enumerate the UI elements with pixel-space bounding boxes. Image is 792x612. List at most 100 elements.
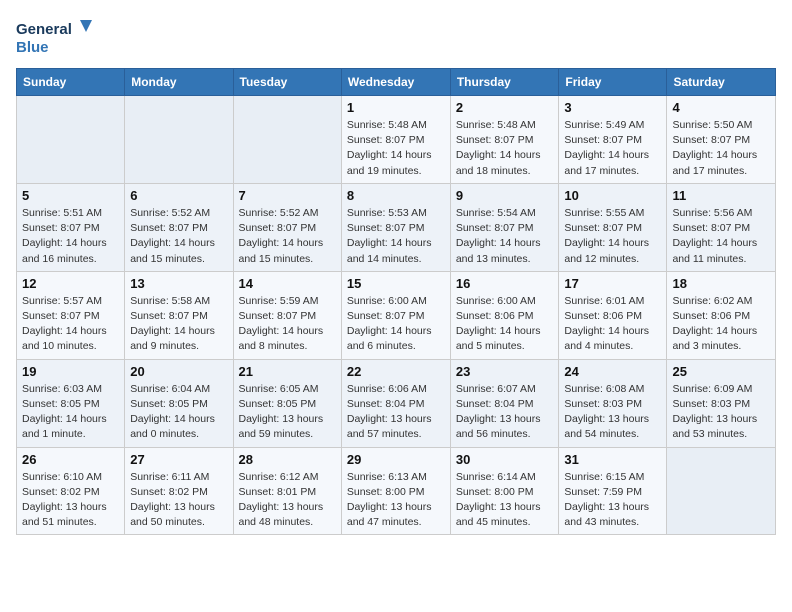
day-number: 16 <box>456 276 554 291</box>
day-number: 1 <box>347 100 445 115</box>
week-row-1: 1 Sunrise: 5:48 AM Sunset: 8:07 PM Daylig… <box>17 96 776 184</box>
day-info: Sunrise: 5:56 AM Sunset: 8:07 PM Dayligh… <box>672 206 770 267</box>
calendar-cell: 4Sunrise: 5:50 AM Sunset: 8:07 PM Daylig… <box>667 96 776 184</box>
day-number: 14 <box>239 276 336 291</box>
day-info: Sunrise: 6:07 AM Sunset: 8:04 PM Dayligh… <box>456 382 554 443</box>
calendar-cell: 31Sunrise: 6:15 AM Sunset: 7:59 PM Dayli… <box>559 447 667 535</box>
day-number: 24 <box>564 364 661 379</box>
day-info: Sunrise: 6:06 AM Sunset: 8:04 PM Dayligh… <box>347 382 445 443</box>
calendar-cell: 9Sunrise: 5:54 AM Sunset: 8:07 PM Daylig… <box>450 183 559 271</box>
weekday-header-friday: Friday <box>559 69 667 96</box>
day-number: 21 <box>239 364 336 379</box>
day-number: 28 <box>239 452 336 467</box>
calendar-cell: 5 Sunrise: 5:51 AM Sunset: 8:07 PM Daylig… <box>17 183 125 271</box>
day-info: Sunrise: 6:11 AM Sunset: 8:02 PM Dayligh… <box>130 470 227 531</box>
day-info: Sunrise: 5:55 AM Sunset: 8:07 PM Dayligh… <box>564 206 661 267</box>
day-info: Sunrise: 6:12 AM Sunset: 8:01 PM Dayligh… <box>239 470 336 531</box>
calendar-cell: 3 Sunrise: 5:49 AM Sunset: 8:07 PM Daylig… <box>559 96 667 184</box>
calendar-cell: 10Sunrise: 5:55 AM Sunset: 8:07 PM Dayli… <box>559 183 667 271</box>
day-number: 18 <box>672 276 770 291</box>
day-info: Sunrise: 6:02 AM Sunset: 8:06 PM Dayligh… <box>672 294 770 355</box>
day-info: Sunrise: 6:14 AM Sunset: 8:00 PM Dayligh… <box>456 470 554 531</box>
day-number: 23 <box>456 364 554 379</box>
day-info: Sunrise: 6:04 AM Sunset: 8:05 PM Dayligh… <box>130 382 227 443</box>
day-number: 19 <box>22 364 119 379</box>
day-number: 29 <box>347 452 445 467</box>
day-number: 3 <box>564 100 661 115</box>
day-number: 20 <box>130 364 227 379</box>
day-info: Sunrise: 5:49 AM Sunset: 8:07 PM Dayligh… <box>564 118 661 179</box>
week-row-3: 12 Sunrise: 5:57 AM Sunset: 8:07 PM Dayli… <box>17 271 776 359</box>
day-info: Sunrise: 5:52 AM Sunset: 8:07 PM Dayligh… <box>239 206 336 267</box>
day-number: 7 <box>239 188 336 203</box>
calendar-cell: 2 Sunrise: 5:48 AM Sunset: 8:07 PM Daylig… <box>450 96 559 184</box>
weekday-header-sunday: Sunday <box>17 69 125 96</box>
calendar-cell: 19 Sunrise: 6:03 AM Sunset: 8:05 PM Dayli… <box>17 359 125 447</box>
day-number: 22 <box>347 364 445 379</box>
day-info: Sunrise: 5:58 AM Sunset: 8:07 PM Dayligh… <box>130 294 227 355</box>
day-info: Sunrise: 6:08 AM Sunset: 8:03 PM Dayligh… <box>564 382 661 443</box>
calendar-cell: 30 Sunrise: 6:14 AM Sunset: 8:00 PM Dayli… <box>450 447 559 535</box>
day-number: 5 <box>22 188 119 203</box>
day-info: Sunrise: 5:53 AM Sunset: 8:07 PM Dayligh… <box>347 206 445 267</box>
calendar-cell: 20 Sunrise: 6:04 AM Sunset: 8:05 PM Dayli… <box>125 359 233 447</box>
weekday-header-saturday: Saturday <box>667 69 776 96</box>
week-row-5: 26 Sunrise: 6:10 AM Sunset: 8:02 PM Dayli… <box>17 447 776 535</box>
calendar-cell: 7 Sunrise: 5:52 AM Sunset: 8:07 PM Daylig… <box>233 183 341 271</box>
week-row-2: 5 Sunrise: 5:51 AM Sunset: 8:07 PM Daylig… <box>17 183 776 271</box>
day-number: 11 <box>672 188 770 203</box>
calendar-cell <box>17 96 125 184</box>
calendar-cell <box>233 96 341 184</box>
day-info: Sunrise: 6:10 AM Sunset: 8:02 PM Dayligh… <box>22 470 119 531</box>
weekday-header-row: SundayMondayTuesdayWednesdayThursdayFrid… <box>17 69 776 96</box>
day-info: Sunrise: 6:00 AM Sunset: 8:07 PM Dayligh… <box>347 294 445 355</box>
calendar-cell: 11 Sunrise: 5:56 AM Sunset: 8:07 PM Dayli… <box>667 183 776 271</box>
svg-text:General: General <box>16 21 72 38</box>
calendar-cell: 12 Sunrise: 5:57 AM Sunset: 8:07 PM Dayli… <box>17 271 125 359</box>
calendar-cell: 8 Sunrise: 5:53 AM Sunset: 8:07 PM Daylig… <box>341 183 450 271</box>
day-info: Sunrise: 6:01 AM Sunset: 8:06 PM Dayligh… <box>564 294 661 355</box>
weekday-header-monday: Monday <box>125 69 233 96</box>
calendar-table: SundayMondayTuesdayWednesdayThursdayFrid… <box>16 68 776 535</box>
calendar-cell: 15 Sunrise: 6:00 AM Sunset: 8:07 PM Dayli… <box>341 271 450 359</box>
day-info: Sunrise: 5:51 AM Sunset: 8:07 PM Dayligh… <box>22 206 119 267</box>
weekday-header-thursday: Thursday <box>450 69 559 96</box>
calendar-cell: 14 Sunrise: 5:59 AM Sunset: 8:07 PM Dayli… <box>233 271 341 359</box>
calendar-cell: 25Sunrise: 6:09 AM Sunset: 8:03 PM Dayli… <box>667 359 776 447</box>
day-number: 27 <box>130 452 227 467</box>
day-number: 30 <box>456 452 554 467</box>
day-info: Sunrise: 6:00 AM Sunset: 8:06 PM Dayligh… <box>456 294 554 355</box>
calendar-cell: 21Sunrise: 6:05 AM Sunset: 8:05 PM Dayli… <box>233 359 341 447</box>
calendar-cell <box>667 447 776 535</box>
day-number: 13 <box>130 276 227 291</box>
weekday-header-wednesday: Wednesday <box>341 69 450 96</box>
day-number: 2 <box>456 100 554 115</box>
day-info: Sunrise: 5:48 AM Sunset: 8:07 PM Dayligh… <box>456 118 554 179</box>
calendar-cell: 24 Sunrise: 6:08 AM Sunset: 8:03 PM Dayli… <box>559 359 667 447</box>
calendar-cell: 22 Sunrise: 6:06 AM Sunset: 8:04 PM Dayli… <box>341 359 450 447</box>
calendar-cell: 29 Sunrise: 6:13 AM Sunset: 8:00 PM Dayli… <box>341 447 450 535</box>
day-number: 25 <box>672 364 770 379</box>
day-info: Sunrise: 5:52 AM Sunset: 8:07 PM Dayligh… <box>130 206 227 267</box>
calendar-cell: 18 Sunrise: 6:02 AM Sunset: 8:06 PM Dayli… <box>667 271 776 359</box>
day-info: Sunrise: 6:03 AM Sunset: 8:05 PM Dayligh… <box>22 382 119 443</box>
day-number: 12 <box>22 276 119 291</box>
calendar-cell: 16 Sunrise: 6:00 AM Sunset: 8:06 PM Dayli… <box>450 271 559 359</box>
logo: General Blue <box>16 16 96 60</box>
day-number: 15 <box>347 276 445 291</box>
calendar-cell: 23 Sunrise: 6:07 AM Sunset: 8:04 PM Dayli… <box>450 359 559 447</box>
day-number: 6 <box>130 188 227 203</box>
calendar-cell: 1Sunrise: 5:48 AM Sunset: 8:07 PM Daylig… <box>341 96 450 184</box>
day-number: 4 <box>672 100 770 115</box>
day-number: 8 <box>347 188 445 203</box>
day-number: 26 <box>22 452 119 467</box>
calendar-cell: 13 Sunrise: 5:58 AM Sunset: 8:07 PM Dayli… <box>125 271 233 359</box>
week-row-4: 19 Sunrise: 6:03 AM Sunset: 8:05 PM Dayli… <box>17 359 776 447</box>
day-info: Sunrise: 6:13 AM Sunset: 8:00 PM Dayligh… <box>347 470 445 531</box>
day-info: Sunrise: 6:15 AM Sunset: 7:59 PM Dayligh… <box>564 470 661 531</box>
calendar-cell: 26 Sunrise: 6:10 AM Sunset: 8:02 PM Dayli… <box>17 447 125 535</box>
day-info: Sunrise: 5:59 AM Sunset: 8:07 PM Dayligh… <box>239 294 336 355</box>
calendar-cell: 27 Sunrise: 6:11 AM Sunset: 8:02 PM Dayli… <box>125 447 233 535</box>
weekday-header-tuesday: Tuesday <box>233 69 341 96</box>
day-info: Sunrise: 5:57 AM Sunset: 8:07 PM Dayligh… <box>22 294 119 355</box>
